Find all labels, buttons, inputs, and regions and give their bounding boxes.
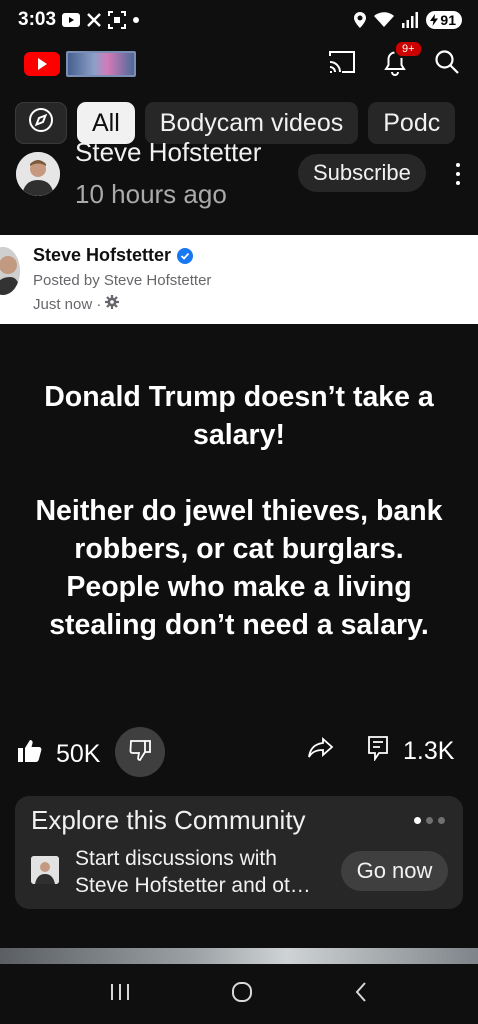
app-header: 9+ <box>0 39 478 88</box>
post-time: 10 hours ago <box>75 179 227 209</box>
subscribe-button[interactable]: Subscribe <box>298 154 426 192</box>
signal-icon <box>402 12 419 28</box>
notifications-button[interactable]: 9+ <box>382 39 423 81</box>
location-icon <box>354 12 367 28</box>
post-line: People who make a living <box>66 571 412 603</box>
x-notification-icon <box>86 12 102 28</box>
youtube-logo-icon[interactable] <box>24 52 60 76</box>
thumbs-down-icon <box>129 739 151 766</box>
next-item-thumbnail[interactable] <box>0 948 478 964</box>
post-line: stealing don’t need a salary. <box>49 609 429 641</box>
status-time: 3:03 <box>18 9 57 30</box>
post-line: Neither do jewel thieves, bank <box>35 495 443 527</box>
youtube-doodle-logo[interactable] <box>66 51 136 77</box>
embedded-author-name: Steve Hofstetter <box>33 245 194 266</box>
thumbs-up-icon <box>18 739 42 770</box>
screenshot-icon <box>108 11 127 29</box>
comments-button[interactable]: 1.3K <box>367 735 454 768</box>
comment-icon <box>367 735 389 768</box>
comment-count: 1.3K <box>403 737 455 765</box>
pager-dot <box>426 817 433 824</box>
chip-podcasts[interactable]: Podc <box>368 102 456 144</box>
go-now-button[interactable]: Go now <box>341 851 448 891</box>
embedded-author-avatar <box>0 247 20 295</box>
system-navigation-bar <box>0 964 478 1024</box>
post-text: Donald Trump doesn’t take a salary! Neit… <box>0 378 478 644</box>
back-icon[interactable] <box>353 981 369 1008</box>
channel-avatar[interactable] <box>16 152 60 196</box>
embedded-time-label: Just now · <box>33 295 102 313</box>
explore-community-card: Explore this Community Start discussions… <box>15 796 463 909</box>
embedded-post-header: Steve Hofstetter Posted by Steve Hofstet… <box>0 235 478 324</box>
post-actions: 50K 1.3K <box>0 727 478 781</box>
youtube-notification-icon <box>62 13 81 27</box>
gear-icon <box>105 295 120 313</box>
battery-level: 91 <box>440 12 456 28</box>
channel-name[interactable]: Steve Hofstetter <box>75 138 261 162</box>
recent-apps-icon[interactable] <box>109 982 131 1007</box>
community-description: Start discussions with Steve Hofstetter … <box>75 845 315 899</box>
post-line: Donald Trump doesn’t take a <box>44 381 434 413</box>
battery-icon: 91 <box>426 11 462 29</box>
post-line: salary! <box>193 419 285 451</box>
explore-chip[interactable] <box>15 102 67 144</box>
community-desc-line: Steve Hofstetter and ot… <box>75 874 311 897</box>
wifi-icon <box>374 12 395 28</box>
share-button[interactable] <box>308 736 334 764</box>
dislike-button[interactable] <box>115 727 165 777</box>
embedded-author-label: Steve Hofstetter <box>33 245 172 265</box>
like-count: 50K <box>56 740 101 768</box>
status-bar: 3:03 91 <box>0 0 478 40</box>
embedded-posted-by: Posted by Steve Hofstetter <box>33 272 212 289</box>
compass-icon <box>28 107 54 140</box>
like-button[interactable]: 50K <box>18 739 100 770</box>
carousel-pager <box>414 817 445 824</box>
community-desc-line: Start discussions with <box>75 847 277 870</box>
channel-row: Steve Hofstetter 10 hours ago Subscribe <box>0 138 478 230</box>
verified-badge-icon <box>177 247 194 264</box>
community-avatar <box>31 856 59 884</box>
dot-icon <box>132 16 140 24</box>
post-line: robbers, or cat burglars. <box>74 533 404 565</box>
pager-dot <box>438 817 445 824</box>
embedded-time: Just now · <box>33 295 120 313</box>
pager-dot-active <box>414 817 421 824</box>
home-icon[interactable] <box>230 980 254 1009</box>
notification-badge: 9+ <box>394 39 423 58</box>
search-icon[interactable] <box>434 49 460 80</box>
community-title: Explore this Community <box>31 805 306 835</box>
cast-icon[interactable] <box>328 50 356 79</box>
share-icon <box>308 736 334 763</box>
more-options-icon[interactable] <box>448 160 468 188</box>
bell-icon <box>382 51 408 80</box>
